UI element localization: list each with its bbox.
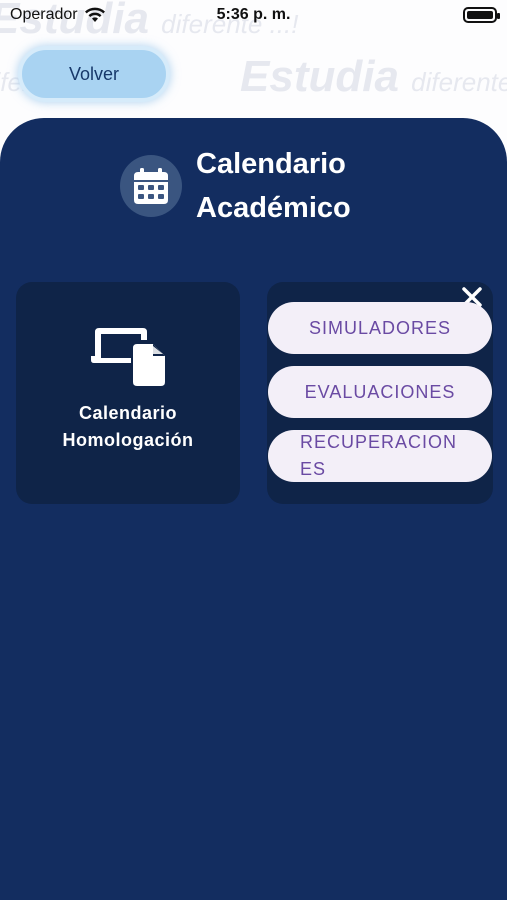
header-icon-circle	[120, 155, 182, 217]
recuperaciones-label: RECUPERACIONES	[300, 432, 458, 479]
battery-level	[467, 11, 493, 19]
status-bar: Operador 5:36 p. m.	[0, 0, 507, 30]
recuperaciones-button[interactable]: RECUPERACIONES	[268, 430, 492, 482]
options-card: SIMULADORES EVALUACIONES RECUPERACIONES	[267, 282, 493, 504]
simuladores-button[interactable]: SIMULADORES	[268, 302, 492, 354]
status-left: Operador	[10, 6, 106, 24]
evaluaciones-button[interactable]: EVALUACIONES	[268, 366, 492, 418]
sheet-header: Calendario Académico	[120, 142, 436, 230]
page-title: Calendario Académico	[196, 148, 351, 224]
calendar-icon	[134, 168, 168, 204]
back-button[interactable]: Volver	[18, 46, 170, 102]
app-screen: Operador 5:36 p. m. Estudia diferente ..…	[0, 0, 507, 900]
devices-icon	[91, 328, 165, 386]
battery-icon	[463, 7, 500, 23]
carrier-label: Operador	[10, 6, 78, 23]
back-button-label: Volver	[68, 63, 120, 84]
card-homologacion-label: Calendario Homologación	[62, 403, 194, 450]
watermark-row: Estudia diferente ...!	[240, 52, 507, 101]
evaluaciones-label: EVALUACIONES	[304, 381, 456, 402]
bottom-sheet: Calendario Académico Calendario Homologa…	[0, 118, 507, 900]
simuladores-label: SIMULADORES	[308, 317, 452, 338]
wifi-icon	[84, 7, 105, 22]
calendar-homologacion-card[interactable]: Calendario Homologación	[16, 282, 240, 504]
